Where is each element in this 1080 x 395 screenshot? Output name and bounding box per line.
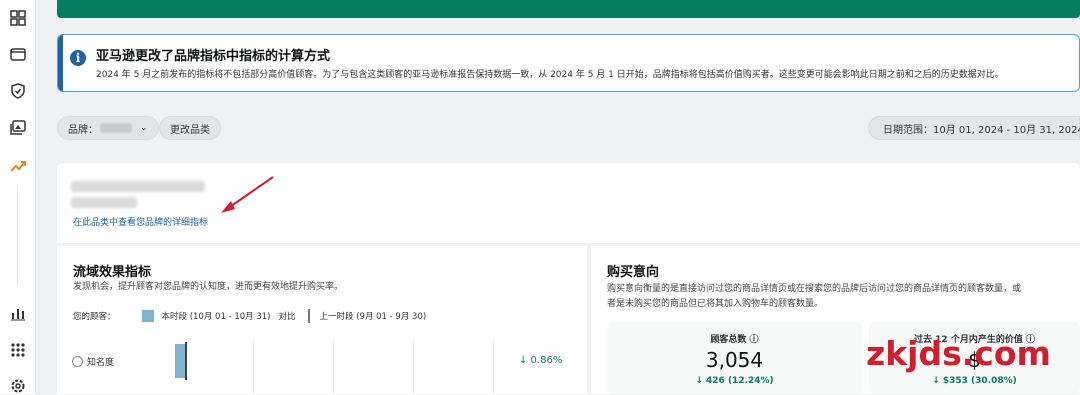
- legend-previous: 上一时段 (9月 01 - 9月 30): [319, 312, 427, 322]
- brand-subtitle-redacted: [71, 197, 137, 208]
- period-legend: 您的顾客： 本时段 (10月 01 - 10月 31) 对比 上一时段 (9月 …: [73, 309, 426, 323]
- info-icon: i: [70, 50, 86, 66]
- alert-title: 亚马逊更改了品牌指标中指标的计算方式: [96, 49, 331, 64]
- left-nav: [0, 0, 36, 394]
- chevron-down-icon: ⌄: [140, 123, 148, 133]
- metric-value: 3,054: [705, 348, 764, 372]
- change-category-label: 更改品类: [170, 124, 210, 136]
- total-customers-card[interactable]: 顾客总数 ⓘ 3,054 ↓ 426 (12.24%): [607, 322, 862, 394]
- traffic-panel-title: 流域效果指标: [73, 265, 152, 280]
- grid-line: [413, 340, 414, 394]
- current-period-swatch: [141, 310, 154, 322]
- brand-filter-dropdown[interactable]: 品牌： ⌄: [57, 116, 159, 140]
- traffic-panel-desc: 发现机会，提升顾客对您品牌的认知度，进而更有效地提升购买率。: [73, 282, 344, 292]
- awareness-delta: ↓ 0.86%: [519, 355, 563, 366]
- wallet-icon[interactable]: [9, 45, 27, 63]
- brand-filter-label: 品牌：: [68, 124, 98, 136]
- metric-delta: ↓ $353 (30.08%): [932, 376, 1017, 386]
- watermark: zkjds.com: [866, 334, 1051, 373]
- media-icon[interactable]: [9, 119, 27, 137]
- trend-icon[interactable]: [9, 157, 27, 175]
- change-category-button[interactable]: 更改品类: [159, 116, 221, 140]
- awareness-radio[interactable]: [72, 356, 83, 367]
- info-alert: i 亚马逊更改了品牌指标中指标的计算方式 2024 年 5 月之前发布的指标将不…: [57, 34, 1080, 92]
- top-banner: [57, 0, 1080, 18]
- purchase-desc-line1: 购买意向衡量的是直接访问过您的商品详情页或在搜索您的品牌后访问过您的商品详情页的…: [607, 284, 1022, 294]
- previous-period-swatch: [307, 309, 310, 323]
- dashboard-icon[interactable]: [9, 9, 27, 27]
- nav-divider: [17, 185, 18, 285]
- grid-line: [493, 340, 494, 394]
- brand-card: 在此品类中查看您品牌的详细指标: [57, 163, 1080, 243]
- brand-title-redacted: [71, 181, 205, 192]
- grid-line: [333, 340, 334, 394]
- shield-icon[interactable]: [9, 82, 27, 100]
- date-range-label: 日期范围：10月 01, 2024 - 10月 31, 2024: [883, 124, 1080, 136]
- awareness-previous-marker: [185, 342, 187, 380]
- brand-detail-link[interactable]: 在此品类中查看您品牌的详细指标: [73, 215, 208, 228]
- alert-text: 2024 年 5 月之前发布的指标将不包括部分高价值顾客。为了与包含这类顾客的亚…: [96, 70, 1004, 80]
- alert-accent-bar: [58, 35, 63, 91]
- awareness-current-bar: [175, 344, 185, 378]
- annotation-arrow-icon: [221, 176, 274, 213]
- apps-icon[interactable]: [9, 341, 27, 359]
- legend-current: 本时段 (10月 01 - 10月 31): [161, 312, 271, 322]
- legend-compare: 对比: [278, 312, 296, 322]
- purchase-panel-title: 购买意向: [607, 265, 660, 280]
- legend-prefix: 您的顾客：: [73, 312, 116, 322]
- date-range-dropdown[interactable]: 日期范围：10月 01, 2024 - 10月 31, 2024 ⌄: [868, 116, 1080, 140]
- metric-delta: ↓ 426 (12.24%): [695, 376, 774, 386]
- grid-line: [253, 340, 254, 394]
- brand-name-redacted: [100, 123, 132, 133]
- purchase-panel-desc: 购买意向衡量的是直接访问过您的商品详情页或在搜索您的品牌后访问过您的商品详情页的…: [607, 282, 1021, 312]
- awareness-label: 知名度: [87, 358, 115, 368]
- bar-chart-icon[interactable]: [9, 304, 27, 322]
- metric-label: 顾客总数 ⓘ: [710, 335, 759, 345]
- purchase-desc-line2: 者是未购买您的商品但已将其加入购物车的顾客数量。: [607, 299, 824, 309]
- settings-icon[interactable]: [9, 377, 27, 395]
